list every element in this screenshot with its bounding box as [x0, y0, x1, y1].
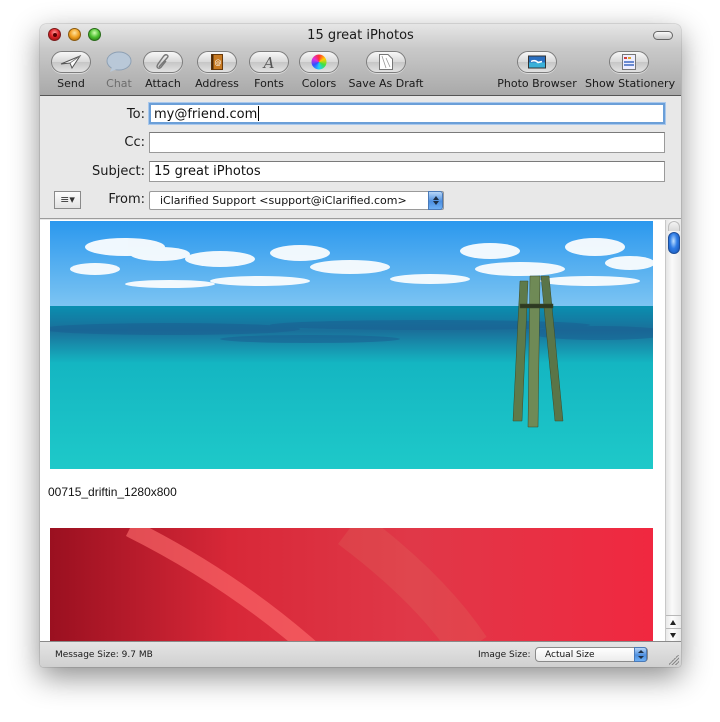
- photo-browser-label: Photo Browser: [497, 77, 577, 90]
- image-size-select[interactable]: Actual Size: [535, 647, 648, 662]
- photo-browser-icon: [528, 55, 546, 69]
- address-label: Address: [195, 77, 239, 90]
- from-select[interactable]: iClarified Support <support@iClarified.c…: [149, 191, 444, 210]
- paperclip-icon: [156, 54, 169, 69]
- vertical-scrollbar[interactable]: [665, 220, 681, 641]
- message-body[interactable]: 00715_driftin_1280x800: [40, 220, 665, 641]
- send-icon: [60, 55, 82, 69]
- draft-icon: [379, 54, 393, 70]
- save-as-draft-button[interactable]: Save As Draft: [346, 51, 426, 90]
- chat-button[interactable]: Chat: [102, 51, 136, 90]
- attached-photo-sea: [50, 221, 653, 469]
- chat-label: Chat: [106, 77, 132, 90]
- fonts-icon: A: [262, 54, 275, 70]
- message-header: To: my@friend.com Cc: Subject: 15 great …: [40, 96, 681, 219]
- stationery-icon: [622, 54, 636, 70]
- red-photo-image: [50, 528, 653, 641]
- send-button[interactable]: Send: [50, 51, 92, 90]
- window-title: 15 great iPhotos: [307, 28, 414, 43]
- toolbar-toggle-button[interactable]: [653, 31, 673, 40]
- color-wheel-icon: [311, 54, 327, 70]
- attach-label: Attach: [145, 77, 181, 90]
- address-button[interactable]: @ Address: [193, 51, 241, 90]
- to-value: my@friend.com: [154, 107, 258, 122]
- show-stationery-button[interactable]: Show Stationery: [585, 51, 676, 90]
- photo-browser-button[interactable]: Photo Browser: [497, 51, 577, 90]
- address-book-icon: @: [211, 54, 223, 70]
- svg-text:A: A: [262, 54, 275, 70]
- from-label: From:: [108, 192, 145, 207]
- cc-field[interactable]: [149, 132, 665, 153]
- status-bar: Message Size: 9.7 MB Image Size: Actual …: [40, 641, 681, 667]
- image-size-label: Image Size:: [478, 650, 531, 660]
- to-field[interactable]: my@friend.com: [149, 103, 665, 124]
- select-stepper-icon: [634, 647, 647, 662]
- select-stepper-icon: [428, 191, 443, 210]
- resize-grip[interactable]: [669, 655, 679, 665]
- scroll-up-arrow[interactable]: [666, 615, 681, 628]
- show-stationery-label: Show Stationery: [585, 77, 676, 90]
- svg-text:@: @: [215, 59, 222, 67]
- message-size-text: Message Size: 9.7 MB: [55, 650, 153, 660]
- subject-label: Subject:: [92, 164, 145, 179]
- text-caret: [258, 106, 260, 121]
- sea-photo-image: [50, 221, 653, 469]
- scroll-down-arrow[interactable]: [666, 628, 681, 641]
- chat-icon: [106, 51, 132, 72]
- to-label: To:: [126, 107, 145, 122]
- colors-label: Colors: [301, 77, 337, 90]
- fonts-button[interactable]: A Fonts: [248, 51, 290, 90]
- image-size-value: Actual Size: [545, 650, 595, 660]
- from-value: iClarified Support <support@iClarified.c…: [160, 194, 407, 207]
- cc-label: Cc:: [124, 135, 145, 150]
- title-bar: 15 great iPhotos Send Chat Attach @ Addr…: [40, 24, 681, 96]
- attachment-caption: 00715_driftin_1280x800: [48, 485, 177, 499]
- fonts-label: Fonts: [254, 77, 284, 90]
- attach-button[interactable]: Attach: [142, 51, 184, 90]
- compose-window: 15 great iPhotos Send Chat Attach @ Addr…: [40, 24, 681, 667]
- send-label: Send: [57, 77, 85, 90]
- scrollbar-thumb[interactable]: [668, 232, 680, 254]
- subject-field[interactable]: 15 great iPhotos: [149, 161, 665, 182]
- save-as-draft-label: Save As Draft: [348, 77, 424, 90]
- colors-button[interactable]: Colors: [298, 51, 340, 90]
- attached-photo-red: [50, 528, 653, 641]
- scrollbar-track-cap: [668, 221, 680, 231]
